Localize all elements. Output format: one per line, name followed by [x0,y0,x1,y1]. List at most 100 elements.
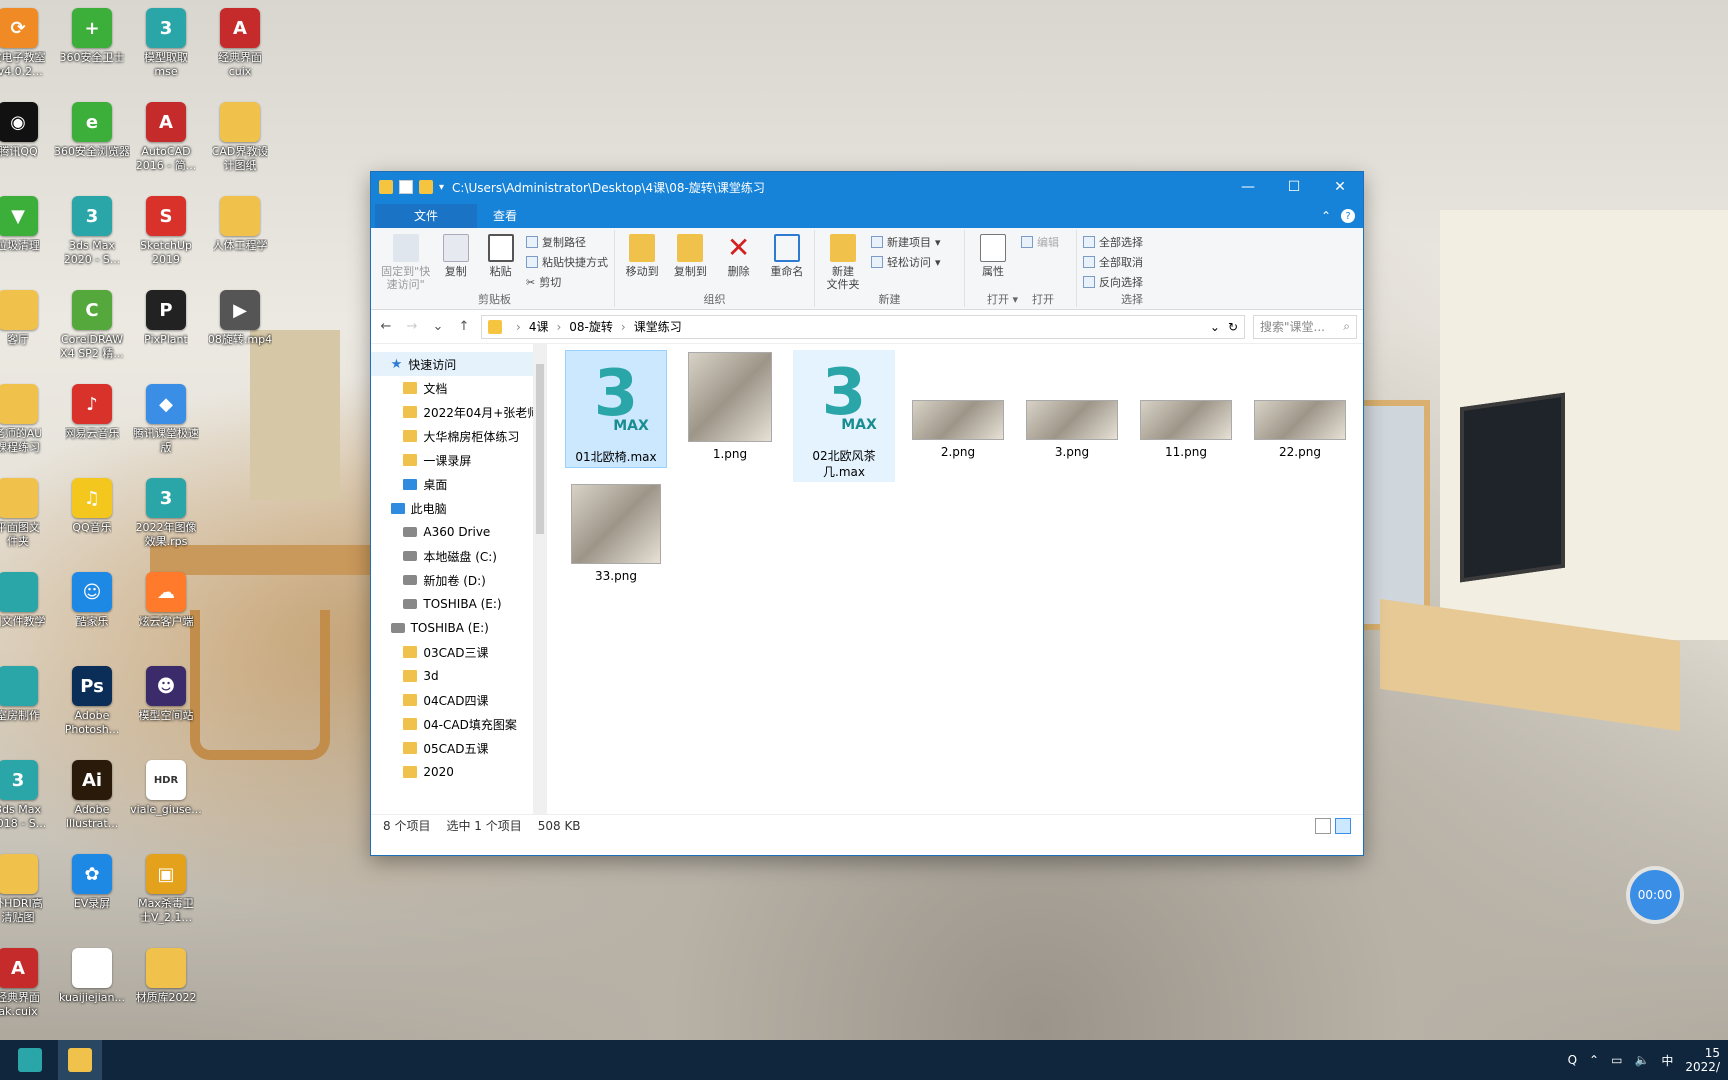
tab-view[interactable]: 查看 [479,204,531,228]
breadcrumb-item[interactable]: 08-旋转 [569,318,613,335]
desktop-icon[interactable]: ◆ 腾讯课堂极速 版 [128,384,204,455]
invert-selection-button[interactable]: 反向选择 [1083,274,1143,290]
nav-item[interactable]: 文档 [371,376,547,400]
paste-button[interactable]: 粘贴 [481,234,520,278]
desktop-icon[interactable]: CAD界教设 计图纸 [202,102,278,173]
file-item[interactable]: 3 MAX 02北欧风茶几.max [793,350,895,482]
up-icon[interactable]: ↑ [455,319,473,334]
select-all-button[interactable]: 全部选择 [1083,234,1143,250]
properties-button[interactable]: 属性 [971,234,1015,278]
large-icons-view-button[interactable] [1335,817,1351,834]
pin-quick-access-button[interactable]: 固定到"快速访问" [381,234,430,291]
search-box[interactable]: 搜索"课堂... ⌕ [1253,314,1357,339]
forward-icon[interactable]: → [403,319,421,334]
minimize-button[interactable]: — [1225,172,1271,202]
delete-button[interactable]: ✕ 删除 [718,234,760,279]
nav-item[interactable]: 04CAD四课 [371,688,547,712]
desktop-icon[interactable]: ♪ 网易云音乐 [54,384,130,441]
nav-item[interactable]: A360 Drive [371,520,547,544]
desktop-icon[interactable]: 外HDRI高 清贴图 [0,854,56,925]
file-item[interactable]: 1.png [679,350,781,464]
desktop-icon[interactable]: A 经典界面 ak.cuix [0,948,56,1019]
desktop-icon[interactable]: ⟳ 教电子教室 (v4.0.2... [0,8,56,79]
desktop-icon[interactable]: kuaijiejian... [54,948,130,1005]
nav-item[interactable]: 03CAD三课 [371,640,547,664]
copy-button[interactable]: 复制 [436,234,475,278]
desktop-icon[interactable]: 人体工程学 [202,196,278,253]
desktop-icon[interactable]: e 360安全浏览器 [54,102,130,159]
tab-file[interactable]: 文件 [375,204,477,228]
maximize-button[interactable]: ☐ [1271,172,1317,202]
nav-item[interactable]: 2020 [371,760,547,784]
desktop-icon[interactable]: 材质库2022 [128,948,204,1005]
nav-scrollbar[interactable] [533,344,547,814]
new-item-button[interactable]: 新建项目 ▾ [871,234,941,250]
desktop-icon[interactable]: ✿ EV录屏 [54,854,130,911]
nav-item[interactable]: 05CAD五课 [371,736,547,760]
desktop-icon[interactable]: ☁ 炫云客户端 [128,572,204,629]
address-bar[interactable]: › 4课 › 08-旋转 › 课堂练习 ⌄ ↻ [481,314,1245,339]
breadcrumb-item[interactable]: 4课 [529,318,549,335]
desktop-icon[interactable]: ♫ QQ音乐 [54,478,130,535]
close-button[interactable]: ✕ [1317,172,1363,202]
desktop-icon[interactable]: +360安全卫士 [54,8,130,65]
collapse-ribbon-icon[interactable]: ⌃ [1321,209,1331,223]
desktop-icon[interactable]: ▶ 08旋转.mp4 [202,290,278,347]
nav-item[interactable]: 04-CAD填充图案 [371,712,547,736]
nav-item[interactable]: TOSHIBA (E:) [371,592,547,616]
taskbar-3dsmax[interactable] [8,1040,52,1080]
desktop-icon[interactable]: Ai Adobe Illustrat... [54,760,130,831]
customize-quick-access-icon[interactable]: ▾ [439,182,444,193]
rename-button[interactable]: 重命名 [766,234,808,278]
desktop-icon[interactable]: 3 3ds Max 2018 - S... [0,760,56,831]
nav-item[interactable]: 大华棉房柜体练习 [371,424,547,448]
edit-button[interactable]: 编辑 [1021,234,1059,250]
title-bar[interactable]: ▾ C:\Users\Administrator\Desktop\4课\08-旋… [371,172,1363,202]
file-item[interactable]: 3 MAX 01北欧椅.max [565,350,667,468]
select-none-button[interactable]: 全部取消 [1083,254,1143,270]
nav-item[interactable]: 2022年04月+张老师 [371,400,547,424]
nav-item[interactable]: 3d [371,664,547,688]
desktop-icon[interactable]: 室房制作 [0,666,56,723]
desktop-icon[interactable]: 3 3ds Max 2020 - S... [54,196,130,267]
recording-timer-badge[interactable]: 00:00 [1630,870,1680,920]
help-icon[interactable]: ? [1341,209,1355,223]
desktop-icon[interactable]: ▼ 垃圾清理 [0,196,56,253]
desktop-icon[interactable]: Ps Adobe Photosh... [54,666,130,737]
nav-item[interactable]: 新加卷 (D:) [371,568,547,592]
desktop-icon[interactable]: A 经典界面 cuix [202,8,278,79]
back-icon[interactable]: ← [377,319,395,334]
desktop-icon[interactable]: P PixPlant [128,290,204,347]
desktop-icon[interactable]: C CorelDRAW X4 SP2 精... [54,290,130,361]
nav-item[interactable]: 桌面 [371,472,547,496]
desktop-icon[interactable]: ▣ Max杀毒卫 士V_2.1... [128,854,204,925]
volume-icon[interactable]: 🔈 [1634,1053,1649,1067]
file-item[interactable]: 22.png [1249,350,1351,462]
cut-button[interactable]: ✂ 剪切 [526,274,608,290]
desktop-icon[interactable]: ◉ 腾讯QQ [0,102,56,159]
desktop-icon[interactable]: 图文件教学 [0,572,56,629]
new-folder-quick-icon[interactable] [419,180,433,194]
copy-path-button[interactable]: 复制路径 [526,234,608,250]
desktop-icon[interactable]: 客厅 [0,290,56,347]
nav-item[interactable]: ★ 快速访问 [371,352,547,376]
desktop-icon[interactable]: ☻ 模型空间站 [128,666,204,723]
desktop-icon[interactable]: HDR viale_giuse... [128,760,204,817]
nav-item[interactable]: 此电脑 [371,496,547,520]
paste-shortcut-button[interactable]: 粘贴快捷方式 [526,254,608,270]
file-item[interactable]: 3.png [1021,350,1123,462]
show-hidden-icons-icon[interactable]: ⌃ [1589,1053,1599,1067]
file-item[interactable]: 33.png [565,476,667,586]
desktop-icon[interactable]: 平面图文 件夹 [0,478,56,549]
taskbar-explorer[interactable] [58,1040,102,1080]
file-item[interactable]: 2.png [907,350,1009,462]
breadcrumb-item[interactable]: 课堂练习 [634,318,682,335]
copy-to-button[interactable]: 复制到 [669,234,711,278]
details-view-button[interactable] [1315,817,1331,834]
desktop-icon[interactable]: S SketchUp 2019 [128,196,204,267]
desktop-icon[interactable]: 3 模型取取 mse [128,8,204,79]
new-folder-button[interactable]: 新建 文件夹 [821,234,865,291]
refresh-icon[interactable]: ↻ [1228,320,1238,334]
desktop-icon[interactable]: 老师的AU 课程练习 [0,384,56,455]
clock[interactable]: 15 2022/ [1685,1046,1720,1074]
